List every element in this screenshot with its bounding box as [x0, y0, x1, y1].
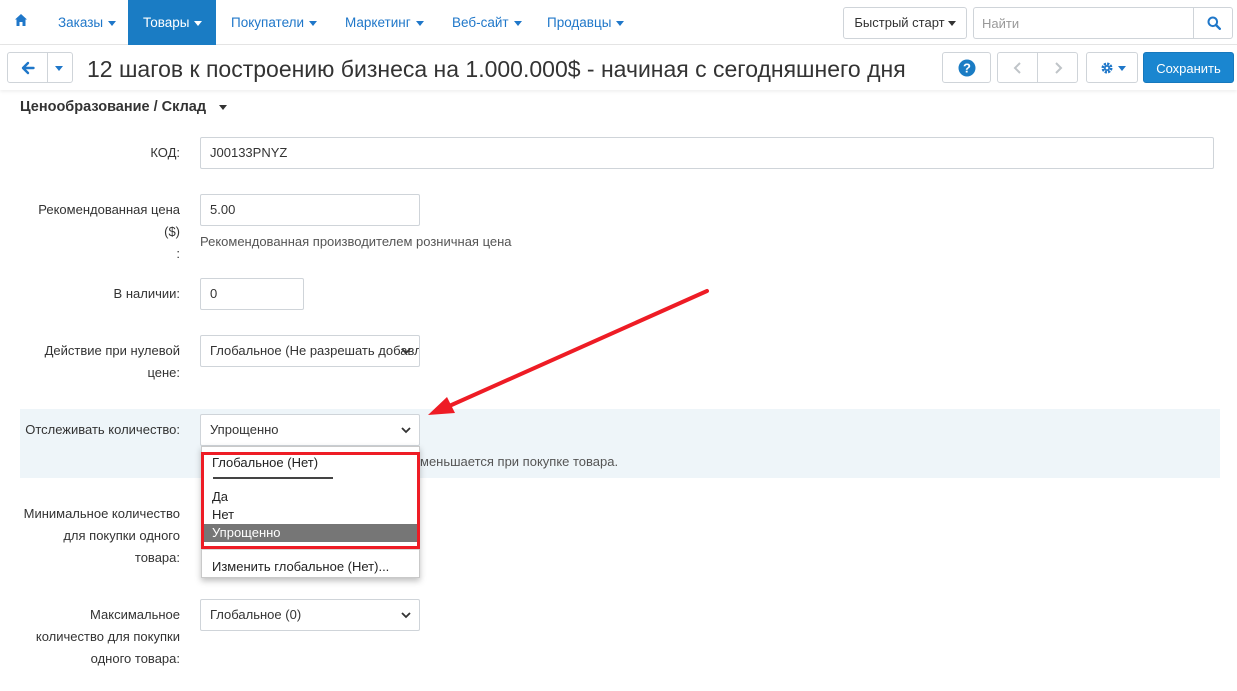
annotation-arrow	[428, 289, 709, 415]
